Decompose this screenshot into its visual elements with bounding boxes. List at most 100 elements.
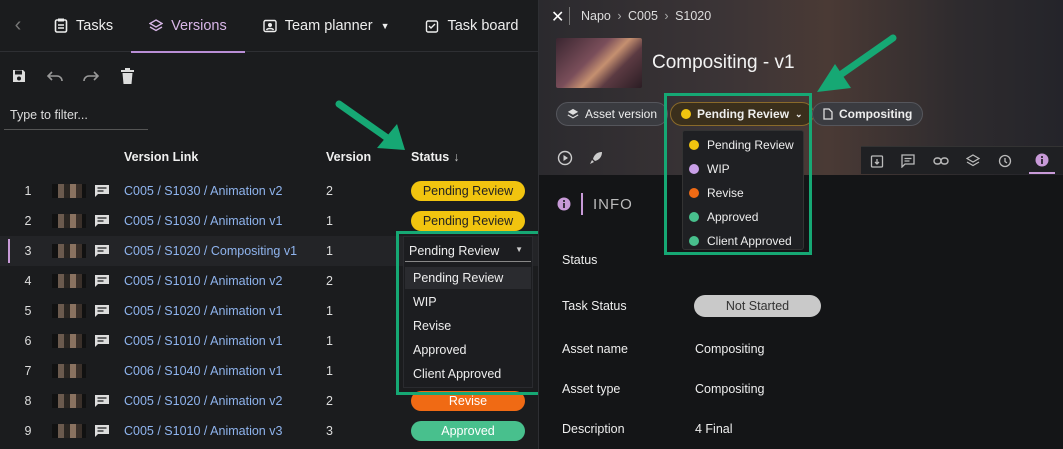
version-number: 2 <box>326 184 333 198</box>
trash-icon[interactable] <box>118 66 136 86</box>
breadcrumb-item[interactable]: C005 <box>628 9 658 23</box>
info-tab-icon[interactable] <box>1029 148 1056 174</box>
version-link[interactable]: C005 / S1020 / Compositing v1 <box>124 244 297 258</box>
redo-icon[interactable] <box>82 66 100 86</box>
breadcrumb-item[interactable]: S1020 <box>675 9 711 23</box>
comment-icon[interactable] <box>94 274 110 288</box>
annotation-arrow-icon <box>817 34 897 92</box>
comment-icon[interactable] <box>94 214 110 228</box>
field-value: Compositing <box>695 342 765 356</box>
comment-icon[interactable] <box>901 153 915 168</box>
version-thumbnail[interactable] <box>52 244 86 258</box>
version-number: 2 <box>326 274 333 288</box>
column-header-status-label: Status <box>411 150 450 164</box>
filter-input[interactable]: Type to filter... <box>4 100 148 130</box>
version-number: 3 <box>326 424 333 438</box>
play-icon[interactable] <box>557 150 573 171</box>
version-thumbnail[interactable] <box>52 424 86 438</box>
back-chevron-icon[interactable]: ‹ <box>0 14 36 37</box>
clipboard-icon <box>54 18 68 33</box>
tab-tasks-label: Tasks <box>76 17 114 34</box>
details-panel: ✕ Napo › C005 › S1020 Compositing - v1 A… <box>538 0 1063 449</box>
version-thumbnail[interactable] <box>556 38 642 88</box>
version-link[interactable]: C005 / S1020 / Animation v1 <box>124 304 282 318</box>
tab-bar: ‹ Tasks Versions Team planner ▼ Task boa… <box>0 0 538 53</box>
breadcrumb-item[interactable]: Napo <box>581 9 611 23</box>
version-thumbnail[interactable] <box>52 274 86 288</box>
version-link[interactable]: C005 / S1010 / Animation v1 <box>124 334 282 348</box>
version-thumbnail[interactable] <box>52 214 86 228</box>
comment-icon[interactable] <box>94 424 110 438</box>
row-number: 3 <box>24 244 32 258</box>
field-value: 4 Final <box>695 422 733 436</box>
tab-team-planner[interactable]: Team planner ▼ <box>245 0 408 52</box>
save-icon[interactable] <box>10 66 28 86</box>
layers-icon[interactable] <box>966 153 981 168</box>
version-link[interactable]: C005 / S1010 / Animation v3 <box>124 424 282 438</box>
info-heading-label: INFO <box>593 195 633 213</box>
comment-icon[interactable] <box>94 394 110 408</box>
row-number: 4 <box>24 274 32 288</box>
version-thumbnail[interactable] <box>52 364 86 378</box>
status-badge[interactable]: Approved <box>411 421 525 441</box>
row-number: 8 <box>24 394 32 408</box>
table-row[interactable]: 1 C005 / S1030 / Animation v2 2 Pending Rev… <box>0 176 538 206</box>
version-thumbnail[interactable] <box>52 394 86 408</box>
comment-icon[interactable] <box>94 244 110 258</box>
tab-task-board[interactable]: Task board <box>407 0 536 52</box>
row-number: 5 <box>24 304 32 318</box>
asset-version-chip[interactable]: Asset version <box>556 102 669 126</box>
task-status-badge[interactable]: Not Started <box>694 295 821 317</box>
version-link[interactable]: C005 / S1030 / Animation v2 <box>124 184 282 198</box>
breadcrumb: Napo › C005 › S1020 <box>581 9 711 23</box>
heading-accent <box>581 193 583 215</box>
rocket-icon[interactable] <box>588 150 604 171</box>
versions-panel: ‹ Tasks Versions Team planner ▼ Task boa… <box>0 0 542 449</box>
document-icon <box>823 108 833 120</box>
version-number: 1 <box>326 334 333 348</box>
row-number: 9 <box>24 424 32 438</box>
info-heading: INFO <box>557 193 633 215</box>
compositing-chip-label: Compositing <box>839 107 913 121</box>
chevron-right-icon: › <box>617 9 622 23</box>
chevron-right-icon: › <box>664 9 669 23</box>
tab-tasks[interactable]: Tasks <box>36 0 131 52</box>
version-link[interactable]: C005 / S1010 / Animation v2 <box>124 274 282 288</box>
tab-task-board-label: Task board <box>447 17 519 34</box>
version-thumbnail[interactable] <box>52 304 86 318</box>
version-link[interactable]: C005 / S1020 / Animation v2 <box>124 394 282 408</box>
row-number: 2 <box>24 214 32 228</box>
comment-icon[interactable] <box>94 304 110 318</box>
column-header-version-link[interactable]: Version Link <box>124 150 198 170</box>
compositing-chip[interactable]: Compositing <box>812 102 924 126</box>
table-row[interactable]: 9 C005 / S1010 / Animation v3 3 Approved <box>0 416 538 446</box>
layers-icon <box>149 18 164 31</box>
caret-down-icon: ▼ <box>380 20 390 31</box>
comment-icon[interactable] <box>94 184 110 198</box>
board-icon <box>426 19 439 33</box>
close-icon[interactable]: ✕ <box>551 7 564 27</box>
panel-icon-bar <box>861 146 1063 174</box>
version-link[interactable]: C005 / S1030 / Animation v1 <box>124 214 282 228</box>
archive-icon[interactable] <box>870 154 884 168</box>
row-number: 1 <box>24 184 32 198</box>
version-thumbnail[interactable] <box>52 334 86 348</box>
comment-icon[interactable] <box>94 334 110 348</box>
column-header-status[interactable]: Status ↓ <box>411 150 459 170</box>
version-link[interactable]: C006 / S1040 / Animation v1 <box>124 364 282 378</box>
status-badge[interactable]: Pending Review <box>411 181 525 201</box>
version-thumbnail[interactable] <box>52 184 86 198</box>
person-badge-icon <box>263 19 277 32</box>
highlight-box <box>664 93 812 255</box>
asset-version-chip-label: Asset version <box>585 107 658 121</box>
tab-versions[interactable]: Versions <box>131 0 245 53</box>
history-icon[interactable] <box>998 154 1012 168</box>
version-number: 1 <box>326 244 333 258</box>
page-title: Compositing - v1 <box>652 52 795 73</box>
annotation-arrow-icon <box>335 100 405 150</box>
highlight-box <box>396 231 542 395</box>
field-label: Description <box>562 422 625 436</box>
status-badge[interactable]: Pending Review <box>411 211 525 231</box>
undo-icon[interactable] <box>46 66 64 86</box>
link-icon[interactable] <box>933 156 949 166</box>
